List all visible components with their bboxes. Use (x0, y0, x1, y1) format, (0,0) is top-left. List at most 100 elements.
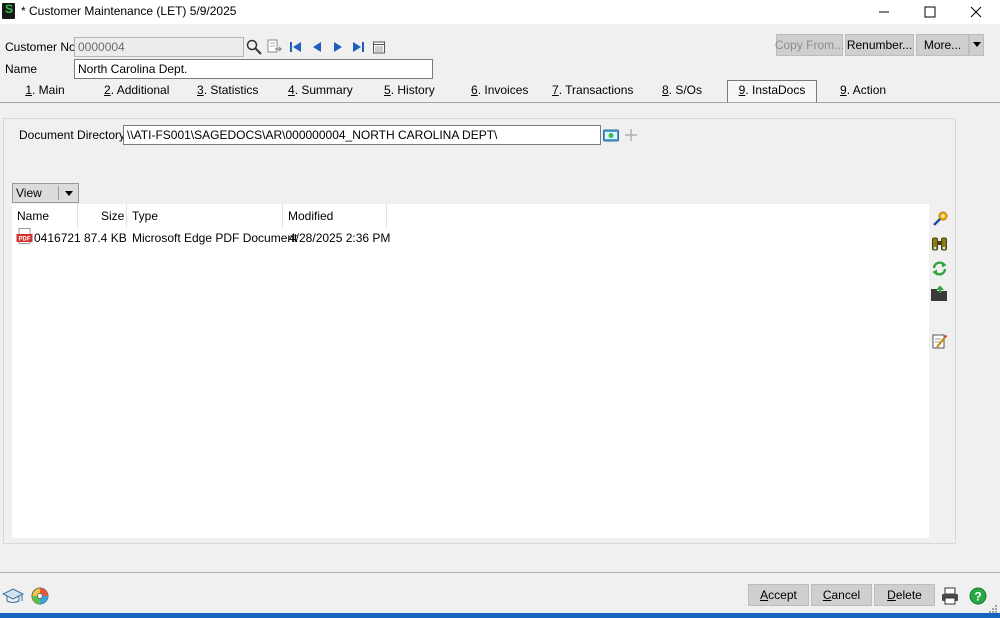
next-record-button[interactable] (329, 38, 347, 56)
file-list[interactable] (12, 204, 929, 538)
tab-label: . Summary (294, 83, 353, 97)
delete-label: elete (895, 588, 922, 602)
tab-action[interactable]: 9. Action (840, 83, 886, 101)
resize-grip[interactable] (988, 603, 998, 613)
document-directory-field[interactable]: \\ATI-FS001\SAGEDOCS\AR\000000004_NORTH … (123, 125, 601, 145)
magic-wand-button[interactable] (930, 209, 948, 227)
customer-no-label: Customer No. (5, 40, 80, 54)
magic-wand-icon (932, 211, 947, 226)
accept-button[interactable]: Accept (748, 584, 809, 606)
lookup-button[interactable] (245, 38, 263, 56)
app-icon-letter: S (5, 2, 14, 16)
delete-button[interactable]: Delete (874, 584, 935, 606)
help-icon: ? (969, 587, 987, 605)
name-field[interactable]: North Carolina Dept. (74, 59, 433, 79)
close-button[interactable] (953, 0, 999, 24)
document-directory-label: Document Directory (19, 128, 126, 142)
copy-record-button[interactable] (265, 38, 283, 56)
copy-document-icon (267, 39, 282, 53)
tab-label: . InstaDocs (745, 83, 806, 97)
color-settings-button[interactable] (30, 586, 50, 606)
tab-sos[interactable]: 8. S/Os (661, 83, 703, 101)
next-record-icon (334, 42, 342, 52)
view-dropdown[interactable]: View (12, 183, 79, 203)
edit-note-icon (932, 334, 947, 348)
svg-text:?: ? (974, 590, 981, 604)
folder-browse-icon (603, 129, 619, 142)
tab-number: 6 (471, 83, 478, 97)
tab-number: 9 (840, 83, 847, 97)
tab-main[interactable]: 1. Main (25, 83, 65, 101)
memo-button[interactable] (370, 38, 388, 56)
tab-statistics[interactable]: 3. Statistics (197, 83, 258, 101)
tab-additional[interactable]: 2. Additional (104, 83, 169, 101)
first-record-button[interactable] (287, 38, 305, 56)
last-record-icon (353, 42, 364, 52)
column-separator[interactable] (386, 204, 387, 228)
tab-transactions[interactable]: 7. Transactions (552, 83, 633, 101)
pdf-icon: PDF (16, 228, 33, 248)
column-separator[interactable] (77, 204, 78, 228)
tab-invoices[interactable]: 6. Invoices (471, 83, 529, 101)
minimize-button[interactable] (861, 0, 907, 24)
file-size-cell: 87.4 KB (84, 231, 127, 245)
tab-label: . Additional (110, 83, 170, 97)
close-icon (970, 6, 982, 18)
tab-history[interactable]: 5. History (384, 83, 435, 101)
tab-label: . Main (32, 83, 65, 97)
tab-label: . Transactions (558, 83, 634, 97)
tab-instadocs[interactable]: 9. InstaDocs (727, 80, 817, 102)
name-label: Name (5, 62, 38, 76)
taskbar-strip (0, 613, 1000, 618)
upload-button[interactable] (930, 284, 948, 302)
maximize-button[interactable] (907, 0, 953, 24)
print-button[interactable] (940, 586, 960, 606)
renumber-button[interactable]: Renumber... (845, 34, 914, 56)
column-header-size[interactable]: Size (101, 209, 124, 223)
more-dropdown-button[interactable] (969, 34, 984, 56)
more-button[interactable]: More... (916, 34, 969, 56)
customer-no-field[interactable]: 0000004 (74, 37, 244, 57)
column-separator[interactable] (126, 204, 127, 228)
find-button[interactable] (930, 234, 948, 252)
color-wheel-icon (31, 587, 49, 605)
tab-label: . Invoices (477, 83, 529, 97)
column-header-type[interactable]: Type (132, 209, 158, 223)
file-name-cell: 0416721 (34, 231, 81, 245)
maximize-icon (924, 6, 936, 18)
cancel-mnemonic: C (822, 588, 832, 602)
file-type-cell: Microsoft Edge PDF Document (132, 231, 298, 245)
refresh-icon (932, 260, 946, 276)
binoculars-icon (931, 237, 947, 250)
tab-summary[interactable]: 4. Summary (288, 83, 353, 101)
plus-icon (625, 129, 637, 141)
last-record-button[interactable] (349, 38, 367, 56)
tab-number: 8 (661, 83, 669, 97)
tab-label: . Statistics (203, 83, 259, 97)
column-separator[interactable] (282, 204, 283, 228)
add-directory-button[interactable] (622, 126, 640, 144)
printer-icon (942, 587, 958, 605)
browse-folder-button[interactable] (602, 126, 620, 144)
tab-number: 2 (104, 83, 111, 97)
copy-from-button[interactable]: Copy From... (775, 34, 844, 56)
folder-upload-icon (931, 285, 947, 301)
tab-label: . S/Os (668, 83, 703, 97)
footer-divider (0, 572, 1000, 573)
tab-number: 7 (552, 83, 559, 97)
graduation-cap-icon (1, 588, 25, 603)
column-header-modified[interactable]: Modified (288, 209, 333, 223)
help-button[interactable]: ? (968, 586, 988, 606)
column-header-name[interactable]: Name (17, 209, 49, 223)
chevron-down-icon (65, 191, 73, 196)
edit-notes-button[interactable] (930, 332, 948, 350)
tab-label: . History (390, 83, 435, 97)
cancel-button[interactable]: Cancel (811, 584, 872, 606)
previous-record-button[interactable] (308, 38, 326, 56)
first-record-icon (290, 42, 301, 52)
file-modified-cell: 4/28/2025 2:36 PM (289, 231, 391, 245)
help-training-button[interactable] (1, 586, 25, 606)
window-title: * Customer Maintenance (LET) 5/9/2025 (21, 4, 237, 18)
accept-label: ccept (768, 588, 797, 602)
refresh-button[interactable] (930, 259, 948, 277)
